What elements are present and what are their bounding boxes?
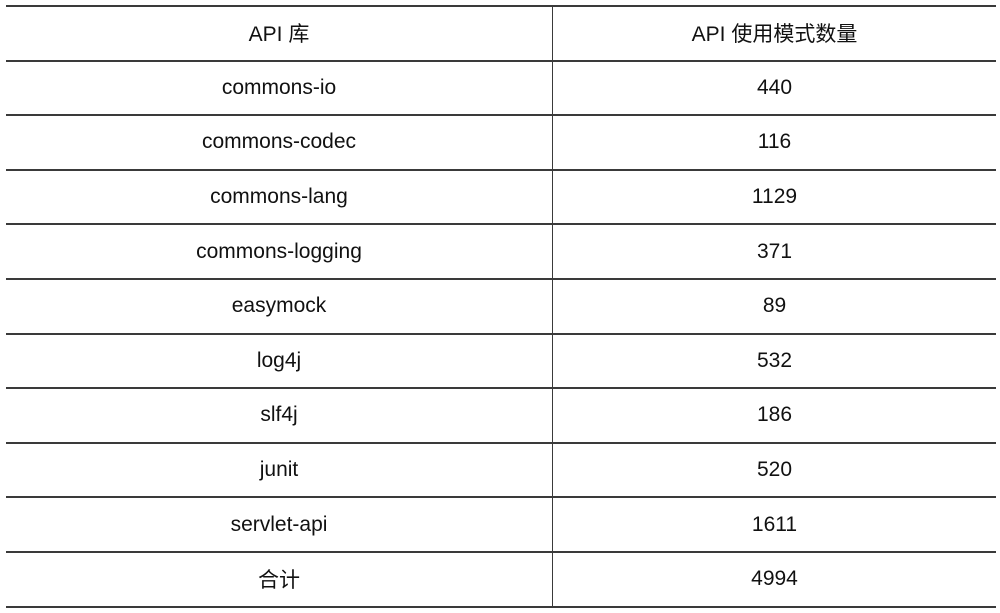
total-count: 4994 — [552, 550, 996, 608]
table-row: servlet-api 1611 — [6, 496, 996, 553]
header-api-library: API 库 — [6, 5, 553, 62]
library-cell: commons-lang — [6, 168, 553, 226]
table-row: easymock 89 — [6, 277, 996, 335]
table-row: junit 520 — [6, 441, 996, 499]
table-row: slf4j 186 — [6, 387, 996, 444]
table-row: log4j 532 — [6, 332, 996, 390]
header-row: API 库 API 使用模式数量 — [6, 5, 996, 62]
total-row: 合计 4994 — [6, 550, 996, 608]
library-cell: easymock — [6, 277, 553, 335]
library-cell: commons-logging — [6, 223, 553, 280]
table-row: commons-codec 116 — [6, 114, 996, 171]
table-row: commons-io 440 — [6, 59, 996, 117]
header-pattern-count: API 使用模式数量 — [552, 5, 996, 62]
table-row: commons-logging 371 — [6, 223, 996, 280]
count-cell: 1129 — [552, 168, 996, 226]
total-label: 合计 — [6, 550, 553, 608]
count-cell: 89 — [552, 277, 996, 335]
count-cell: 116 — [552, 114, 996, 171]
library-cell: servlet-api — [6, 496, 553, 553]
count-cell: 186 — [552, 387, 996, 444]
count-cell: 1611 — [552, 496, 996, 553]
library-cell: commons-codec — [6, 114, 553, 171]
count-cell: 371 — [552, 223, 996, 280]
table-row: commons-lang 1129 — [6, 168, 996, 226]
count-cell: 532 — [552, 332, 996, 390]
library-cell: commons-io — [6, 59, 553, 117]
library-cell: junit — [6, 441, 553, 499]
count-cell: 440 — [552, 59, 996, 117]
api-pattern-table: API 库 API 使用模式数量 commons-io 440 commons-… — [6, 5, 996, 608]
count-cell: 520 — [552, 441, 996, 499]
library-cell: log4j — [6, 332, 553, 390]
library-cell: slf4j — [6, 387, 553, 444]
